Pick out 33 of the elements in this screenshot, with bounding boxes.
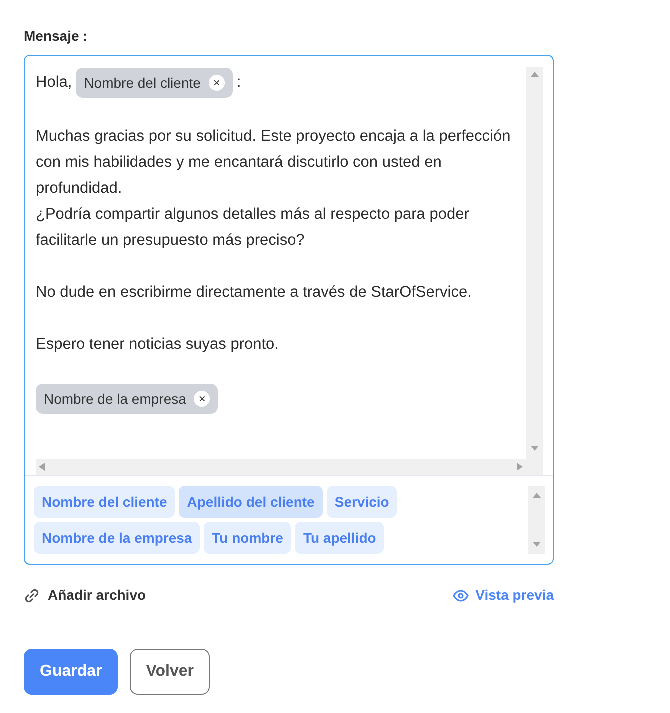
field-label: Mensaje : xyxy=(24,27,89,46)
message-text: Espero tener noticias suyas pronto. xyxy=(36,335,279,355)
scroll-up-icon[interactable] xyxy=(532,493,540,498)
variable-tag[interactable]: Nombre del cliente xyxy=(34,486,176,518)
remove-chip-button[interactable]: × xyxy=(194,391,210,407)
scroll-down-icon[interactable] xyxy=(532,542,540,547)
message-text: Muchas gracias por su solicitud. Este proyecto encaja a la perfección con mis habilidades y me encantará discutirlo con usted en profundidad. xyxy=(36,127,512,199)
preview-link[interactable]: Vista previa xyxy=(452,585,554,606)
variable-tag[interactable]: Nombre de la empresa xyxy=(34,522,200,554)
message-text: : xyxy=(236,73,242,93)
chip-label: Nombre de la empresa xyxy=(44,390,186,409)
paperclip-icon xyxy=(24,588,40,604)
message-editor[interactable] xyxy=(24,55,554,565)
vertical-scrollbar[interactable] xyxy=(526,67,543,475)
vertical-scrollbar[interactable] xyxy=(528,486,545,554)
message-text: ¿Podría compartir algunos detalles más al respecto para poder facilitarle un presupuesto más preciso? xyxy=(36,205,470,251)
back-button[interactable]: Volver xyxy=(130,649,210,695)
message-text: Hola, xyxy=(36,73,72,93)
scroll-right-icon[interactable] xyxy=(517,463,523,471)
scroll-up-icon[interactable] xyxy=(530,72,538,77)
message-text: No dude en escribirme directamente a través de StarOfService. xyxy=(36,283,472,303)
variable-tag[interactable]: Servicio xyxy=(326,486,398,518)
attach-file-link[interactable]: Añadir archivo xyxy=(24,585,146,606)
horizontal-scrollbar[interactable] xyxy=(36,459,526,475)
remove-chip-button[interactable]: × xyxy=(208,75,225,91)
variable-tag[interactable]: Tu apellido xyxy=(295,522,384,554)
variable-tag[interactable]: Tu nombre xyxy=(204,522,292,554)
eye-icon xyxy=(452,590,469,602)
save-button[interactable]: Guardar xyxy=(24,649,118,695)
variable-tag[interactable]: Apellido del cliente xyxy=(179,486,323,518)
scroll-down-icon[interactable] xyxy=(530,446,538,451)
scroll-left-icon[interactable] xyxy=(39,463,45,471)
chip-label: Nombre del cliente xyxy=(84,74,201,93)
